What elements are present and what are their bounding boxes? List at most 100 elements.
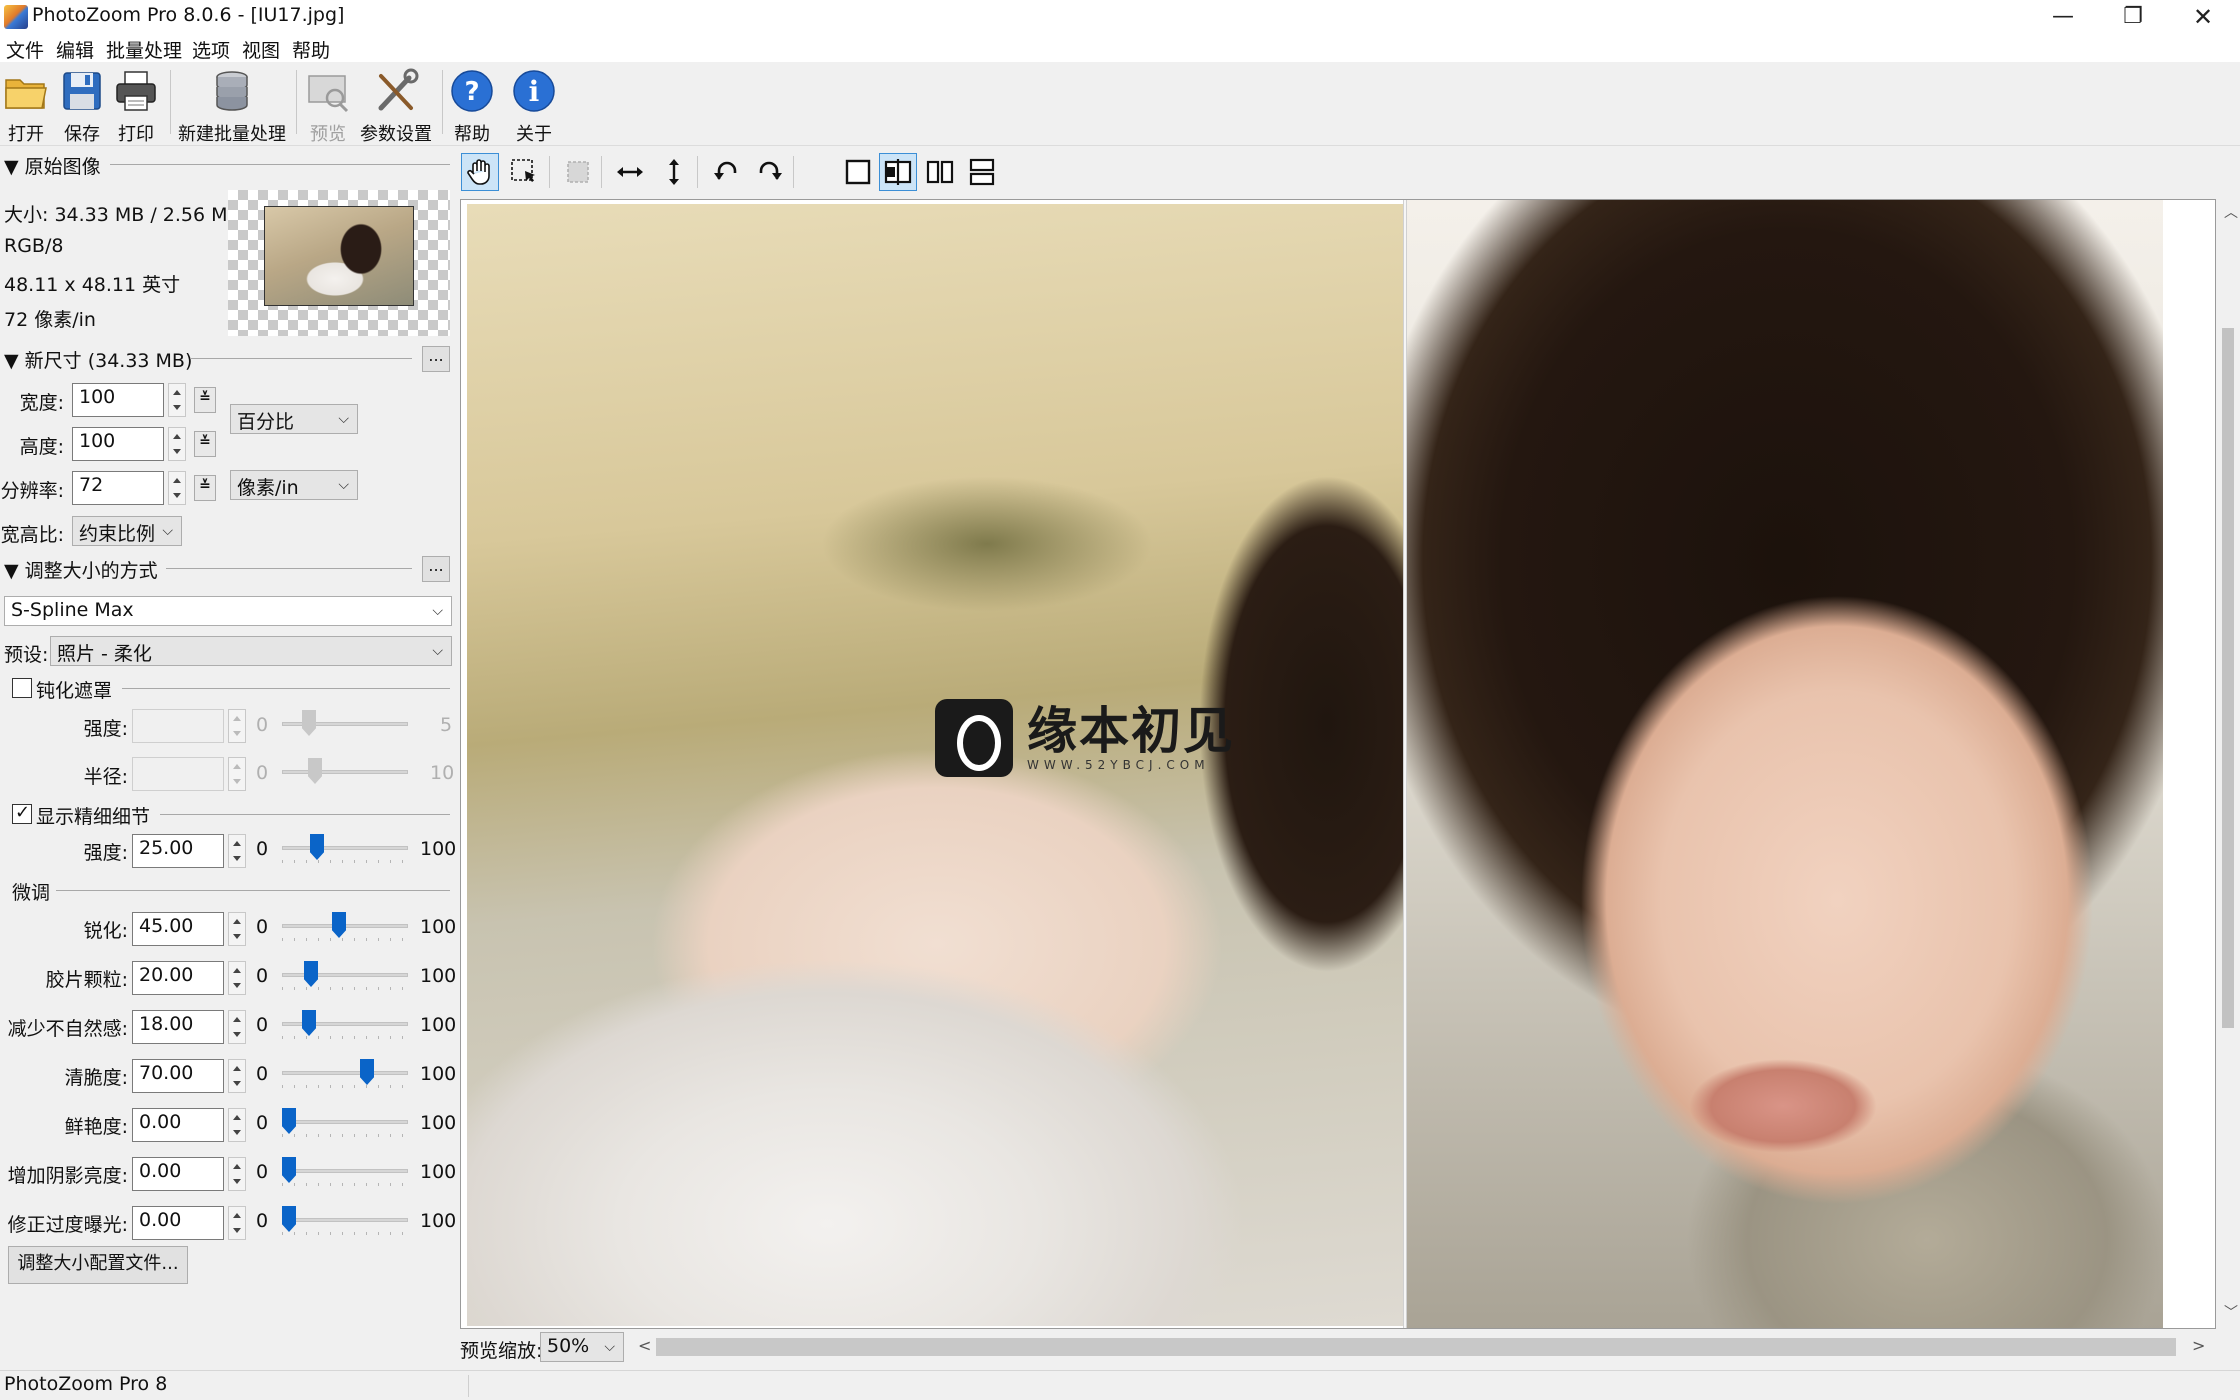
- menu-view[interactable]: 视图: [242, 36, 280, 63]
- resolution-input[interactable]: 72: [72, 471, 164, 505]
- tuning-spinner[interactable]: [228, 1108, 246, 1142]
- scroll-left-arrow-icon[interactable]: <: [638, 1336, 651, 1355]
- rotate-right-button[interactable]: [751, 153, 789, 191]
- preset-select[interactable]: 照片 - 柔化 ⌵: [50, 636, 452, 666]
- resize-profile-button[interactable]: 调整大小配置文件...: [8, 1246, 188, 1284]
- new-size-header[interactable]: ▼ 新尺寸 (34.33 MB): [4, 346, 192, 373]
- tuning-value-input[interactable]: 18.00: [132, 1010, 224, 1044]
- width-input[interactable]: 100: [72, 383, 164, 417]
- width-spinner[interactable]: [168, 383, 186, 417]
- tuning-spinner[interactable]: [228, 1157, 246, 1191]
- tuning-slider-thumb[interactable]: [304, 961, 318, 987]
- preview-button[interactable]: 预览: [302, 66, 354, 145]
- select-tool-button[interactable]: [505, 153, 543, 191]
- tuning-value-input[interactable]: 0.00: [132, 1157, 224, 1191]
- scroll-right-arrow-icon[interactable]: >: [2192, 1336, 2205, 1355]
- help-button[interactable]: ? 帮助: [446, 66, 498, 145]
- preview-horizontal-scrollbar[interactable]: < >: [636, 1334, 2218, 1360]
- tuning-value-input[interactable]: 0.00: [132, 1206, 224, 1240]
- tuning-min: 0: [256, 1210, 269, 1232]
- unsharp-strength-thumb: [302, 710, 316, 736]
- aspect-select[interactable]: 约束比例 ⌵: [72, 516, 182, 546]
- hand-tool-button[interactable]: [461, 153, 499, 191]
- minimize-button[interactable]: —: [2028, 0, 2098, 34]
- tuning-value-input[interactable]: 0.00: [132, 1108, 224, 1142]
- tuning-value-input[interactable]: 20.00: [132, 961, 224, 995]
- menu-file[interactable]: 文件: [6, 36, 44, 63]
- height-input[interactable]: 100: [72, 427, 164, 461]
- menu-batch[interactable]: 批量处理: [106, 36, 182, 63]
- result-preview-pane[interactable]: [1407, 200, 2163, 1328]
- width-unit-menu[interactable]: ≚: [194, 387, 216, 413]
- tuning-value-input[interactable]: 70.00: [132, 1059, 224, 1093]
- tuning-slider[interactable]: [282, 1022, 408, 1026]
- tuning-slider-thumb[interactable]: [282, 1157, 296, 1183]
- print-button[interactable]: 打印: [110, 66, 162, 145]
- open-button[interactable]: 打开: [0, 66, 52, 145]
- save-button[interactable]: 保存: [56, 66, 108, 145]
- resolution-spinner[interactable]: [168, 471, 186, 505]
- resize-method-more-button[interactable]: ...: [422, 556, 450, 582]
- fine-detail-strength-input[interactable]: 25.00: [132, 834, 224, 868]
- side-by-side-view-button[interactable]: [921, 153, 959, 191]
- height-unit-menu[interactable]: ≚: [194, 431, 216, 457]
- restore-button[interactable]: ❐: [2098, 0, 2168, 34]
- scroll-up-arrow-icon[interactable]: ︿: [2224, 202, 2238, 222]
- original-thumbnail[interactable]: [228, 190, 450, 336]
- tuning-spinner[interactable]: [228, 912, 246, 946]
- original-image-header[interactable]: ▼ 原始图像: [4, 152, 101, 179]
- tuning-slider[interactable]: [282, 1120, 408, 1124]
- menu-help[interactable]: 帮助: [292, 36, 330, 63]
- crop-button[interactable]: [559, 153, 597, 191]
- tuning-spinner[interactable]: [228, 1010, 246, 1044]
- horizontal-scroll-thumb[interactable]: [656, 1338, 2176, 1356]
- new-batch-button[interactable]: 新建批量处理: [174, 66, 290, 145]
- chevron-down-icon: ⌵: [604, 1339, 615, 1355]
- fit-height-button[interactable]: [655, 153, 693, 191]
- algorithm-select[interactable]: S-Spline Max ⌵: [4, 596, 452, 626]
- tuning-slider-thumb[interactable]: [332, 912, 346, 938]
- vertical-scroll-thumb[interactable]: [2222, 328, 2234, 1028]
- fine-detail-slider[interactable]: [282, 846, 408, 850]
- tuning-spinner[interactable]: [228, 961, 246, 995]
- size-unit-select[interactable]: 百分比 ⌵: [230, 404, 358, 434]
- unsharp-radius-slider: [282, 770, 408, 774]
- tuning-slider-thumb[interactable]: [360, 1059, 374, 1085]
- about-button[interactable]: i 关于: [508, 66, 560, 145]
- zoom-select[interactable]: 50% ⌵: [540, 1332, 624, 1362]
- tuning-slider[interactable]: [282, 1218, 408, 1222]
- new-size-more-button[interactable]: ...: [422, 346, 450, 372]
- fine-detail-checkbox[interactable]: [12, 802, 32, 824]
- fine-detail-strength-spinner[interactable]: [228, 834, 246, 868]
- fit-width-button[interactable]: [611, 153, 649, 191]
- menu-bar: 文件 编辑 批量处理 选项 视图 帮助: [0, 34, 2240, 62]
- tuning-slider-thumb[interactable]: [302, 1010, 316, 1036]
- single-view-button[interactable]: [839, 153, 877, 191]
- height-label: 高度:: [19, 436, 64, 458]
- tuning-value-input[interactable]: 45.00: [132, 912, 224, 946]
- resolution-unit-select[interactable]: 像素/in ⌵: [230, 470, 358, 500]
- stacked-view-button[interactable]: [963, 153, 1001, 191]
- tuning-slider-thumb[interactable]: [282, 1206, 296, 1232]
- split-view-button[interactable]: [879, 153, 917, 191]
- resize-method-header[interactable]: ▼ 调整大小的方式: [4, 556, 158, 583]
- tuning-slider[interactable]: [282, 973, 408, 977]
- tuning-slider-thumb[interactable]: [282, 1108, 296, 1134]
- tuning-slider[interactable]: [282, 1071, 408, 1075]
- scroll-down-arrow-icon[interactable]: ﹀: [2224, 1302, 2238, 1322]
- settings-button[interactable]: 参数设置: [356, 66, 436, 145]
- rotate-left-button[interactable]: [707, 153, 745, 191]
- menu-edit[interactable]: 编辑: [56, 36, 94, 63]
- close-button[interactable]: ✕: [2168, 0, 2238, 34]
- tuning-spinner[interactable]: [228, 1206, 246, 1240]
- fine-detail-slider-thumb[interactable]: [310, 834, 324, 860]
- height-spinner[interactable]: [168, 427, 186, 461]
- menu-options[interactable]: 选项: [192, 36, 230, 63]
- tuning-slider[interactable]: [282, 1169, 408, 1173]
- resolution-unit-menu[interactable]: ≚: [194, 475, 216, 501]
- unsharp-mask-checkbox[interactable]: [12, 678, 32, 698]
- window-title: PhotoZoom Pro 8.0.6 - [IU17.jpg]: [32, 4, 345, 26]
- preview-canvas[interactable]: 缘本初见 WWW.52YBCJ.COM: [460, 199, 2216, 1329]
- tuning-spinner[interactable]: [228, 1059, 246, 1093]
- preview-vertical-scrollbar[interactable]: ︿ ﹀: [2218, 182, 2240, 1332]
